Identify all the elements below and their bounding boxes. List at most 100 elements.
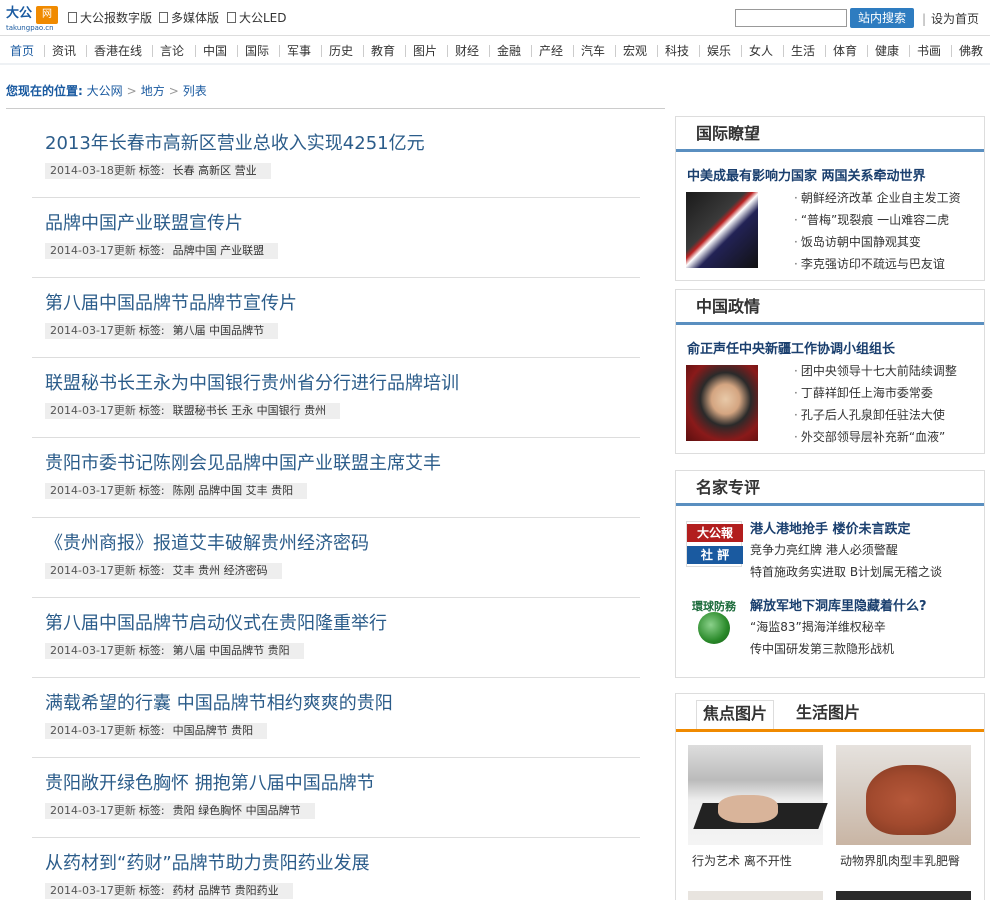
list-item[interactable]: · 饭岛访朝中国静观其变 bbox=[794, 231, 961, 253]
nav-item[interactable]: 佛教 bbox=[959, 43, 983, 59]
nav-item[interactable]: 科技 bbox=[665, 43, 689, 59]
search-button[interactable]: 站内搜索 bbox=[850, 8, 914, 28]
photo-thumb[interactable] bbox=[688, 891, 823, 900]
nav-item[interactable]: 历史 bbox=[329, 43, 353, 59]
photo-performance-art[interactable] bbox=[688, 745, 828, 845]
list-item[interactable]: · 朝鲜经济改革 企业自主发工资 bbox=[794, 187, 961, 209]
photo-caption[interactable]: 行为艺术 离不开性 bbox=[692, 852, 792, 869]
tab-focus-photos[interactable]: 焦点图片 bbox=[696, 700, 775, 729]
china-headline[interactable]: 俞正声任中央新疆工作协调小组组长 bbox=[687, 338, 895, 357]
article-title[interactable]: 贵阳敞开绿色胸怀 拥抱第八届中国品牌节 bbox=[45, 772, 375, 796]
list-item-label: 丁薛祥卸任上海市委常委 bbox=[800, 386, 933, 400]
list-item-label: 孔子后人孔泉卸任驻法大使 bbox=[800, 408, 945, 422]
china-thumbnail[interactable] bbox=[686, 365, 758, 441]
expert-title[interactable]: 港人港地抢手 楼价未言跌定 bbox=[750, 521, 942, 539]
tag-label: 标签: bbox=[138, 324, 165, 337]
nav-item[interactable]: 汽车 bbox=[581, 43, 605, 59]
breadcrumb-region[interactable]: 地方 bbox=[141, 84, 165, 98]
article-title[interactable]: 第八届中国品牌节启动仪式在贵阳隆重举行 bbox=[45, 612, 387, 636]
photo-kangaroo[interactable] bbox=[836, 745, 971, 845]
expert-link[interactable]: 竞争力亮红牌 港人必须警醒 bbox=[750, 539, 942, 561]
article-title[interactable]: 贵阳市委书记陈刚会见品牌中国产业联盟主席艾丰 bbox=[45, 452, 441, 476]
nav-item[interactable]: 财经 bbox=[455, 43, 479, 59]
intl-headline[interactable]: 中美成最有影响力国家 两国关系牵动世界 bbox=[687, 165, 926, 184]
article-tags[interactable]: 长春 高新区 营业 bbox=[173, 164, 257, 177]
nav-item[interactable]: 健康 bbox=[875, 43, 899, 59]
nav-item[interactable]: 图片 bbox=[413, 43, 437, 59]
article-date: 2014-03-17更新 bbox=[50, 404, 136, 417]
intl-header: 国际瞭望 bbox=[676, 117, 984, 152]
nav-item[interactable]: 香港在线 bbox=[94, 43, 142, 59]
expert-link[interactable]: 特首施政务实进取 B计划属无稽之谈 bbox=[750, 561, 942, 583]
article-tags[interactable]: 中国品牌节 贵阳 bbox=[173, 724, 254, 737]
article-tags[interactable]: 品牌中国 产业联盟 bbox=[173, 244, 265, 257]
expert-title[interactable]: 解放军地下洞库里隐藏着什么? bbox=[750, 598, 927, 616]
article-meta: 2014-03-17更新 标签: 联盟秘书长 王永 中国银行 贵州 bbox=[45, 403, 341, 419]
breadcrumb-home[interactable]: 大公网 bbox=[87, 84, 123, 98]
nav-item[interactable]: 金融 bbox=[497, 43, 521, 59]
site-logo[interactable]: 大公 网 takungpao.cn bbox=[6, 4, 58, 32]
article-date: 2014-03-17更新 bbox=[50, 804, 136, 817]
experts-heading: 名家专评 bbox=[696, 478, 761, 497]
led-link[interactable]: 大公LED bbox=[227, 10, 287, 26]
nav-item[interactable]: 宏观 bbox=[623, 43, 647, 59]
article-title[interactable]: 第八届中国品牌节品牌节宣传片 bbox=[45, 292, 297, 316]
bullet: · bbox=[794, 386, 798, 400]
global-defense-logo[interactable]: 環球防務 bbox=[686, 598, 742, 644]
search-input[interactable] bbox=[735, 9, 847, 27]
digital-edition-link[interactable]: 大公报数字版 bbox=[68, 10, 152, 26]
nav-item[interactable]: 书画 bbox=[917, 43, 941, 59]
nav-item[interactable]: 国际 bbox=[245, 43, 269, 59]
nav-separator bbox=[825, 45, 826, 57]
article-tags[interactable]: 联盟秘书长 王永 中国银行 贵州 bbox=[173, 404, 327, 417]
nav-item[interactable]: 女人 bbox=[749, 43, 773, 59]
article-tags[interactable]: 第八届 中国品牌节 贵阳 bbox=[173, 644, 290, 657]
nav-item[interactable]: 娱乐 bbox=[707, 43, 731, 59]
article-meta: 2014-03-17更新 标签: 中国品牌节 贵阳 bbox=[45, 723, 268, 739]
article-title[interactable]: 2013年长春市高新区营业总收入实现4251亿元 bbox=[45, 132, 425, 156]
article-tags[interactable]: 陈刚 品牌中国 艾丰 贵阳 bbox=[173, 484, 294, 497]
photo-caption[interactable]: 动物界肌肉型丰乳肥臀 bbox=[840, 852, 960, 869]
logo-url: takungpao.cn bbox=[6, 24, 54, 32]
nav-item[interactable]: 言论 bbox=[160, 43, 184, 59]
article-item: 第八届中国品牌节品牌节宣传片 2014-03-17更新 标签: 第八届 中国品牌节 bbox=[32, 278, 640, 358]
list-item[interactable]: · 外交部领导层补充新“血液” bbox=[794, 426, 957, 448]
nav-item[interactable]: 教育 bbox=[371, 43, 395, 59]
nav-item[interactable]: 军事 bbox=[287, 43, 311, 59]
intl-thumbnail[interactable] bbox=[686, 192, 758, 268]
nav-item[interactable]: 资讯 bbox=[52, 43, 76, 59]
nav-separator bbox=[447, 45, 448, 57]
nav-item[interactable]: 中国 bbox=[203, 43, 227, 59]
list-item[interactable]: · 团中央领导十七大前陆续调整 bbox=[794, 360, 957, 382]
article-meta: 2014-03-17更新 标签: 陈刚 品牌中国 艾丰 贵阳 bbox=[45, 483, 308, 499]
nav-item[interactable]: 首页 bbox=[10, 43, 34, 59]
nav-item[interactable]: 生活 bbox=[791, 43, 815, 59]
nav-separator bbox=[531, 45, 532, 57]
nav-separator bbox=[86, 45, 87, 57]
article-title[interactable]: 从药材到“药财”品牌节助力贵阳药业发展 bbox=[45, 852, 370, 876]
article-title[interactable]: 联盟秘书长王永为中国银行贵州省分行进行品牌培训 bbox=[45, 372, 459, 396]
nav-separator bbox=[615, 45, 616, 57]
list-item[interactable]: · 李克强访印不疏远与巴友谊 bbox=[794, 253, 961, 275]
expert-link[interactable]: “海监83”揭海洋维权秘辛 bbox=[750, 616, 927, 638]
nav-separator bbox=[44, 45, 45, 57]
expert-link[interactable]: 传中国研发第三款隐形战机 bbox=[750, 638, 927, 660]
article-title[interactable]: 《贵州商报》报道艾丰破解贵州经济密码 bbox=[45, 532, 369, 556]
set-home-link[interactable]: 设为首页 bbox=[931, 12, 979, 26]
takungpao-editorial-logo[interactable]: 大公報 社 評 bbox=[686, 521, 743, 567]
article-title[interactable]: 满载希望的行囊 中国品牌节相约爽爽的贵阳 bbox=[45, 692, 393, 716]
breadcrumb-list[interactable]: 列表 bbox=[183, 84, 207, 98]
list-item[interactable]: · 丁薛祥卸任上海市委常委 bbox=[794, 382, 957, 404]
article-tags[interactable]: 药材 品牌节 贵阳药业 bbox=[173, 884, 279, 897]
article-title[interactable]: 品牌中国产业联盟宣传片 bbox=[45, 212, 243, 236]
list-item[interactable]: · “普梅”现裂痕 一山难容二虎 bbox=[794, 209, 961, 231]
article-tags[interactable]: 第八届 中国品牌节 bbox=[173, 324, 265, 337]
article-tags[interactable]: 贵阳 绿色胸怀 中国品牌节 bbox=[173, 804, 301, 817]
list-item[interactable]: · 孔子后人孔泉卸任驻法大使 bbox=[794, 404, 957, 426]
nav-item[interactable]: 产经 bbox=[539, 43, 563, 59]
tab-life-photos[interactable]: 生活图片 bbox=[790, 700, 866, 729]
article-tags[interactable]: 艾丰 贵州 经济密码 bbox=[173, 564, 268, 577]
photo-thumb[interactable] bbox=[836, 891, 971, 900]
multimedia-link[interactable]: 多媒体版 bbox=[159, 10, 219, 26]
nav-item[interactable]: 体育 bbox=[833, 43, 857, 59]
